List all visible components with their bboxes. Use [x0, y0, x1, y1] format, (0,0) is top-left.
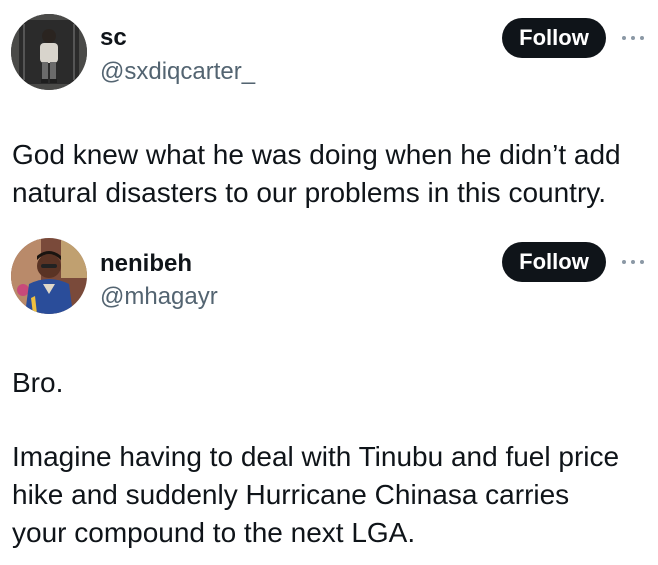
avatar-image	[11, 14, 87, 90]
display-name[interactable]: sc	[100, 24, 127, 52]
avatar-image	[11, 238, 87, 314]
follow-button[interactable]: Follow	[502, 18, 606, 58]
avatar[interactable]	[11, 238, 87, 314]
dot	[631, 36, 635, 40]
avatar[interactable]	[11, 14, 87, 90]
more-icon[interactable]	[620, 28, 646, 48]
dot	[631, 260, 635, 264]
dot	[622, 36, 626, 40]
tweet-text-line: hike and suddenly Hurricane Chinasa carr…	[12, 479, 570, 510]
more-icon[interactable]	[620, 252, 646, 272]
dot	[622, 260, 626, 264]
tweet-text-line: natural disasters to our problems in thi…	[12, 177, 606, 208]
tweet-text-line: Imagine having to deal with Tinubu and f…	[12, 441, 620, 472]
user-handle[interactable]: @sxdiqcarter_	[100, 58, 255, 86]
user-handle[interactable]: @mhagayr	[100, 283, 218, 311]
display-name[interactable]: nenibeh	[100, 250, 192, 278]
tweet-text: God knew what he was doing when he didn’…	[12, 136, 652, 212]
tweet-text-paragraph: Bro.	[12, 367, 64, 398]
tweet-text-line: God knew what he was doing when he didn’…	[12, 139, 621, 170]
follow-button[interactable]: Follow	[502, 242, 606, 282]
tweet-text-paragraph: Imagine having to deal with Tinubu and f…	[12, 438, 652, 552]
dot	[640, 260, 644, 264]
screenshot: sc @sxdiqcarter_ Follow God knew what he…	[0, 0, 658, 565]
dot	[640, 36, 644, 40]
tweet-text-line: your compound to the next LGA.	[12, 517, 416, 548]
